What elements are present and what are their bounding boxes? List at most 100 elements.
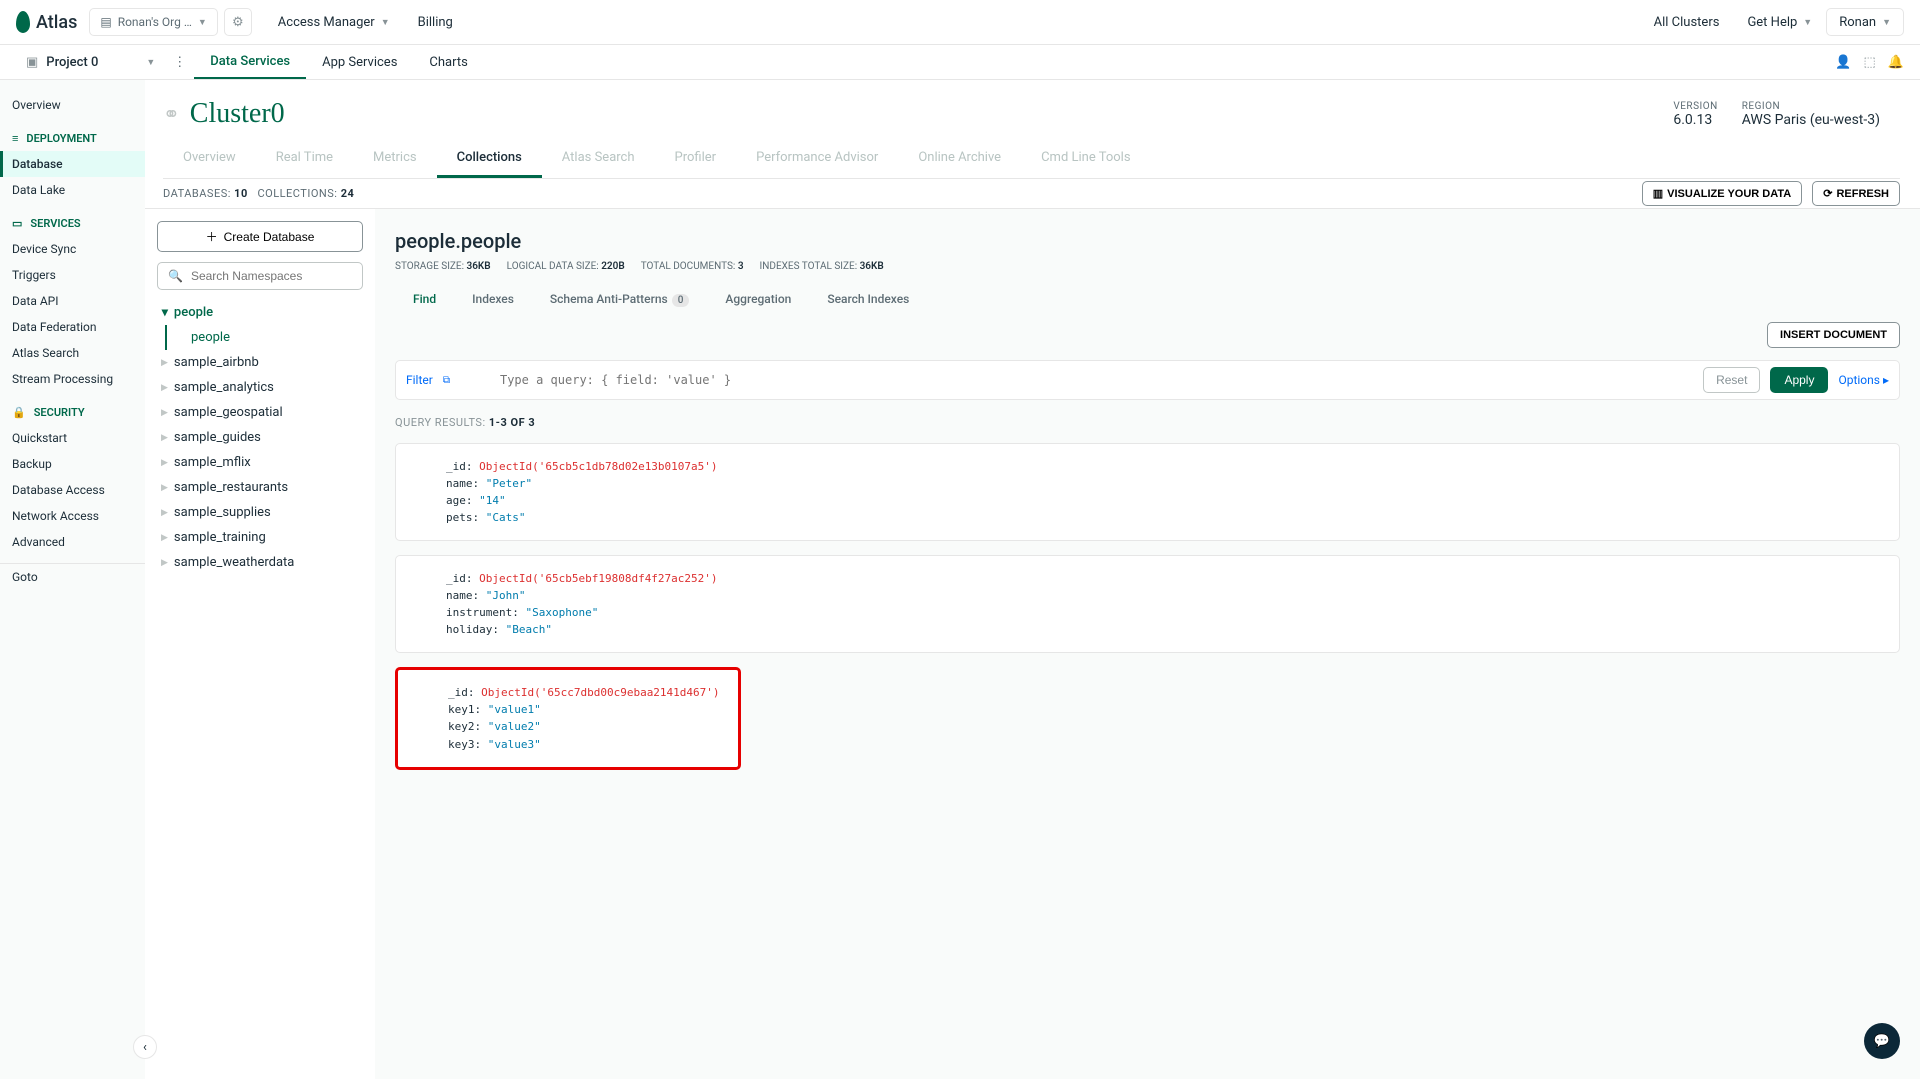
cluster-tab-realtime[interactable]: Real Time <box>256 140 353 178</box>
org-selector[interactable]: ▤ Ronan's Org … ▼ <box>89 8 217 36</box>
sidebar-item-advanced[interactable]: Advanced <box>0 529 145 555</box>
stack-icon: ≡ <box>12 132 18 145</box>
sidebar-item-triggers[interactable]: Triggers <box>0 262 145 288</box>
project-menu-button[interactable]: ⋮ <box>173 55 186 70</box>
activity-icon[interactable]: ⬚ <box>1864 55 1876 70</box>
apply-button[interactable]: Apply <box>1770 367 1828 393</box>
all-clusters-link[interactable]: All Clusters <box>1640 15 1734 30</box>
db-item-sample_weatherdata[interactable]: ▶sample_weatherdata <box>157 550 363 575</box>
external-link-icon[interactable]: ⧉ <box>443 375 450 386</box>
insert-document-button[interactable]: INSERT DOCUMENT <box>1767 322 1900 348</box>
document-card[interactable]: _id: ObjectId('65cb5ebf19808df4f27ac252'… <box>395 555 1900 653</box>
refresh-icon: ⟳ <box>1823 187 1832 200</box>
doc-tab-aggregation[interactable]: Aggregation <box>707 284 809 314</box>
billing-link[interactable]: Billing <box>404 15 467 30</box>
cluster-tab-cmdline[interactable]: Cmd Line Tools <box>1021 140 1150 178</box>
options-link[interactable]: Options ▸ <box>1838 373 1889 387</box>
cluster-tab-collections[interactable]: Collections <box>437 140 542 178</box>
document-card[interactable]: _id: ObjectId('65cb5c1db78d02e13b0107a5'… <box>395 443 1900 541</box>
caret-down-icon: ▼ <box>1882 17 1891 28</box>
sidebar-item-overview[interactable]: Overview <box>0 92 145 118</box>
sidebar-item-database[interactable]: Database <box>0 151 145 177</box>
db-item-sample_geospatial[interactable]: ▶sample_geospatial <box>157 400 363 425</box>
sidebar: Overview ≡DEPLOYMENT Database Data Lake … <box>0 80 145 1079</box>
search-namespaces-input[interactable] <box>191 269 352 283</box>
sidebar-item-goto[interactable]: Goto <box>0 564 145 590</box>
cluster-tab-metrics[interactable]: Metrics <box>353 140 437 178</box>
collection-item-people[interactable]: people <box>165 325 363 350</box>
sidebar-heading-services: ▭SERVICES <box>0 211 145 236</box>
search-namespaces[interactable]: 🔍 <box>157 262 363 290</box>
create-database-button[interactable]: ＋Create Database <box>157 221 363 252</box>
triangle-icon: ▶ <box>161 483 168 493</box>
db-item-sample_restaurants[interactable]: ▶sample_restaurants <box>157 475 363 500</box>
chart-icon: ▥ <box>1653 187 1663 200</box>
refresh-button[interactable]: ⟳REFRESH <box>1812 181 1900 206</box>
chat-fab[interactable]: 💬 <box>1864 1023 1900 1059</box>
version-label: VERSION <box>1673 101 1717 112</box>
access-manager-link[interactable]: Access Manager ▼ <box>264 15 404 30</box>
logo[interactable]: Atlas <box>16 11 77 33</box>
cluster-tab-atlassearch[interactable]: Atlas Search <box>542 140 655 178</box>
cluster-tabs: Overview Real Time Metrics Collections A… <box>163 140 1900 179</box>
get-help-link[interactable]: Get Help ▼ <box>1733 15 1826 30</box>
tab-charts[interactable]: Charts <box>413 47 483 78</box>
caret-down-icon: ▼ <box>1803 17 1812 28</box>
collapse-sidebar-button[interactable]: ‹ <box>133 1035 157 1059</box>
db-item-sample_mflix[interactable]: ▶sample_mflix <box>157 450 363 475</box>
search-icon: 🔍 <box>168 269 183 283</box>
triangle-icon: ▶ <box>161 533 168 543</box>
sidebar-item-quickstart[interactable]: Quickstart <box>0 425 145 451</box>
sidebar-item-atlassearch[interactable]: Atlas Search <box>0 340 145 366</box>
caret-down-icon: ▼ <box>381 17 390 28</box>
sidebar-item-devicesync[interactable]: Device Sync <box>0 236 145 262</box>
sidebar-item-dataapi[interactable]: Data API <box>0 288 145 314</box>
gear-icon: ⚙ <box>232 15 244 30</box>
db-item-sample_guides[interactable]: ▶sample_guides <box>157 425 363 450</box>
triangle-icon: ▶ <box>159 309 169 316</box>
tab-data-services[interactable]: Data Services <box>194 46 306 79</box>
db-item-sample_training[interactable]: ▶sample_training <box>157 525 363 550</box>
user-menu[interactable]: Ronan ▼ <box>1826 8 1904 36</box>
doc-tab-schema[interactable]: Schema Anti-Patterns0 <box>532 284 707 314</box>
doc-tab-searchindexes[interactable]: Search Indexes <box>809 284 927 314</box>
version-value: 6.0.13 <box>1673 112 1717 128</box>
plus-icon: ＋ <box>206 228 218 245</box>
database-panel: ＋Create Database 🔍 ▶peoplepeople▶sample_… <box>145 209 375 1079</box>
region-value: AWS Paris (eu-west-3) <box>1742 112 1880 128</box>
reset-button[interactable]: Reset <box>1703 367 1760 393</box>
sidebar-heading-deployment: ≡DEPLOYMENT <box>0 126 145 151</box>
visualize-button[interactable]: ▥VISUALIZE YOUR DATA <box>1642 181 1802 206</box>
sidebar-item-datalake[interactable]: Data Lake <box>0 177 145 203</box>
sidebar-item-datafederation[interactable]: Data Federation <box>0 314 145 340</box>
document-card[interactable]: _id: ObjectId('65cc7dbd00c9ebaa2141d467'… <box>395 667 741 769</box>
filter-label[interactable]: Filter <box>406 373 433 387</box>
collections-label: COLLECTIONS: <box>257 187 337 200</box>
tab-app-services[interactable]: App Services <box>306 47 413 78</box>
db-item-people[interactable]: ▶people <box>157 300 363 325</box>
sidebar-item-dbaccess[interactable]: Database Access <box>0 477 145 503</box>
filter-input[interactable] <box>460 373 1693 387</box>
cluster-tab-perfadvisor[interactable]: Performance Advisor <box>736 140 898 178</box>
triangle-icon: ▶ <box>161 433 168 443</box>
results-range: 1-3 OF 3 <box>489 416 535 429</box>
db-item-sample_airbnb[interactable]: ▶sample_airbnb <box>157 350 363 375</box>
cluster-tab-profiler[interactable]: Profiler <box>655 140 737 178</box>
triangle-icon: ▶ <box>161 508 168 518</box>
chevron-right-icon: ▸ <box>1883 373 1889 387</box>
cluster-tab-overview[interactable]: Overview <box>163 140 256 178</box>
invite-icon[interactable]: 👤 <box>1835 55 1851 70</box>
sidebar-item-streamprocessing[interactable]: Stream Processing <box>0 366 145 392</box>
cluster-tab-onlinearchive[interactable]: Online Archive <box>898 140 1021 178</box>
bell-icon[interactable]: 🔔 <box>1888 55 1904 70</box>
db-item-sample_analytics[interactable]: ▶sample_analytics <box>157 375 363 400</box>
doc-tab-indexes[interactable]: Indexes <box>454 284 532 314</box>
lock-icon: 🔒 <box>12 406 26 419</box>
triangle-icon: ▶ <box>161 558 168 568</box>
sidebar-item-backup[interactable]: Backup <box>0 451 145 477</box>
org-settings-button[interactable]: ⚙ <box>224 8 252 36</box>
project-selector[interactable]: ▣ Project 0 ▼ <box>16 55 165 70</box>
doc-tab-find[interactable]: Find <box>395 284 454 314</box>
sidebar-item-networkaccess[interactable]: Network Access <box>0 503 145 529</box>
db-item-sample_supplies[interactable]: ▶sample_supplies <box>157 500 363 525</box>
